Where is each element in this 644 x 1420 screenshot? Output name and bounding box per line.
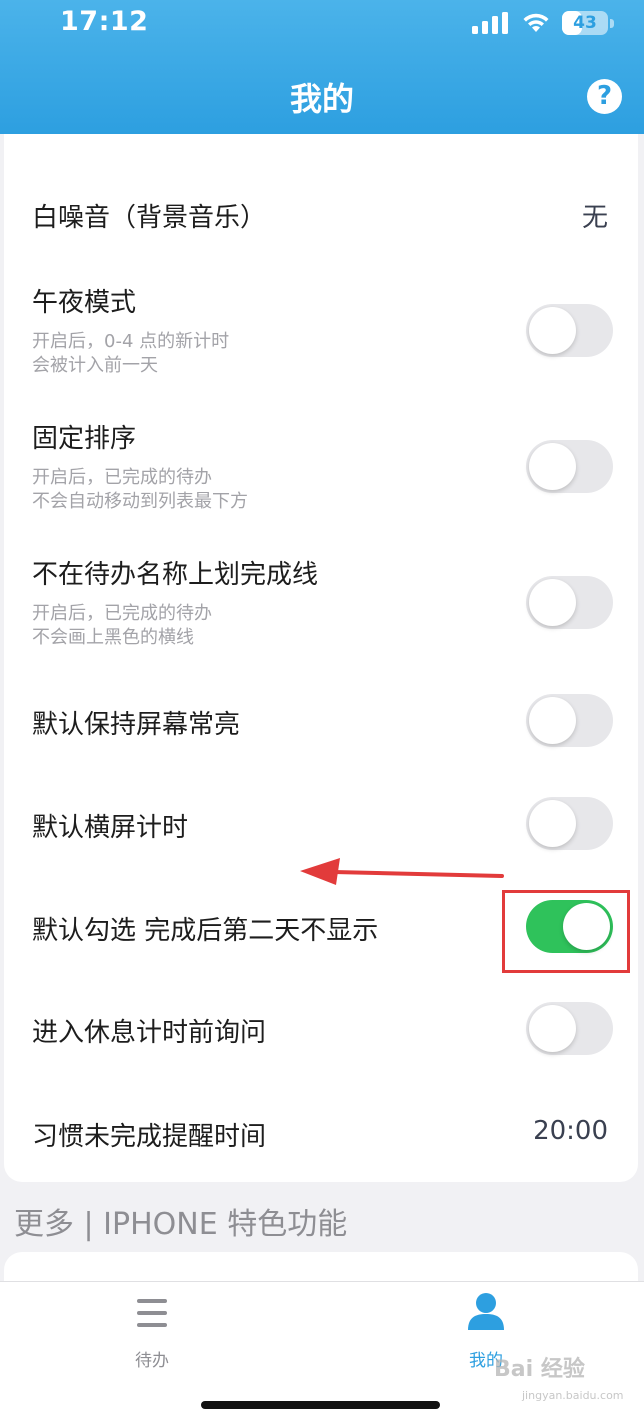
settings-row-landscape-timer: 默认横屏计时 [4,797,638,851]
battery-icon: 43 [562,11,608,35]
section-title: 更多 | IPHONE 特色功能 [14,1207,348,1242]
setting-label: 不在待办名称上划完成线 [32,560,319,590]
toggle-knob [529,443,576,490]
setting-label: 默认保持屏幕常亮 [32,710,241,740]
setting-label: 习惯未完成提醒时间 [32,1122,267,1152]
landscape-timer-toggle[interactable] [526,797,613,850]
settings-row-ask-before-rest: 进入休息计时前询问 [4,1002,638,1056]
keep-screen-on-toggle[interactable] [526,694,613,747]
toggle-knob [529,697,576,744]
fixed-sort-toggle[interactable] [526,440,613,493]
settings-row-white-noise[interactable]: 白噪音（背景音乐） 无 [4,178,638,248]
battery-tip [610,19,614,28]
toggle-knob [529,800,576,847]
setting-description: 会被计入前一天 [32,355,158,376]
midnight-mode-toggle[interactable] [526,304,613,357]
setting-label: 午夜模式 [32,288,137,318]
setting-label: 白噪音（背景音乐） [32,203,267,233]
page-title: 我的 [289,80,354,118]
watermark: Bai 经验 [494,1357,585,1382]
annotation-arrow [300,858,504,885]
setting-description: 不会画上黑色的横线 [32,627,194,648]
setting-label: 默认勾选 完成后第二天不显示 [32,916,379,946]
setting-label: 默认横屏计时 [32,813,189,843]
no-strikethrough-toggle[interactable] [526,576,613,629]
list-icon [137,1299,167,1327]
battery-level: 43 [573,13,597,33]
status-bar: 17:12 43 [0,0,644,50]
toggle-knob [529,579,576,626]
setting-label: 固定排序 [32,424,137,454]
tab-todo-label: 待办 [135,1351,169,1371]
header: 17:12 43 我的 ? [0,0,644,134]
setting-label: 进入休息计时前询问 [32,1018,267,1048]
settings-row-habit-reminder[interactable]: 习惯未完成提醒时间 20:00 [4,1106,638,1160]
help-button[interactable]: ? [587,79,622,114]
settings-row-no-strikethrough: 不在待办名称上划完成线 开启后，已完成的待办 不会画上黑色的横线 [4,546,638,656]
setting-description: 开启后，0-4 点的新计时 [32,331,230,352]
setting-description: 不会自动移动到列表最下方 [32,491,248,512]
home-indicator [201,1401,440,1409]
setting-value: 无 [581,203,608,233]
cellular-signal-icon [472,12,508,34]
settings-card: 白噪音（背景音乐） 无 午夜模式 开启后，0-4 点的新计时 会被计入前一天 固… [4,134,638,1182]
wifi-icon [523,13,549,32]
settings-row-keep-screen-on: 默认保持屏幕常亮 [4,694,638,748]
watermark-url: jingyan.baidu.com [522,1389,624,1402]
tab-bar: 待办 我的 Bai 经验 jingyan.baidu.com [0,1281,644,1420]
setting-value: 20:00 [533,1116,608,1146]
toggle-knob [529,307,576,354]
annotation-highlight-box [502,890,630,973]
ask-before-rest-toggle[interactable] [526,1002,613,1055]
tab-todo[interactable]: 待办 [52,1282,252,1372]
setting-description: 开启后，已完成的待办 [32,603,212,624]
status-time: 17:12 [60,6,149,37]
settings-row-fixed-sort: 固定排序 开启后，已完成的待办 不会自动移动到列表最下方 [4,410,638,520]
settings-row-midnight-mode: 午夜模式 开启后，0-4 点的新计时 会被计入前一天 [4,274,638,384]
toggle-knob [529,1005,576,1052]
setting-description: 开启后，已完成的待办 [32,467,212,488]
person-icon [468,1293,504,1330]
